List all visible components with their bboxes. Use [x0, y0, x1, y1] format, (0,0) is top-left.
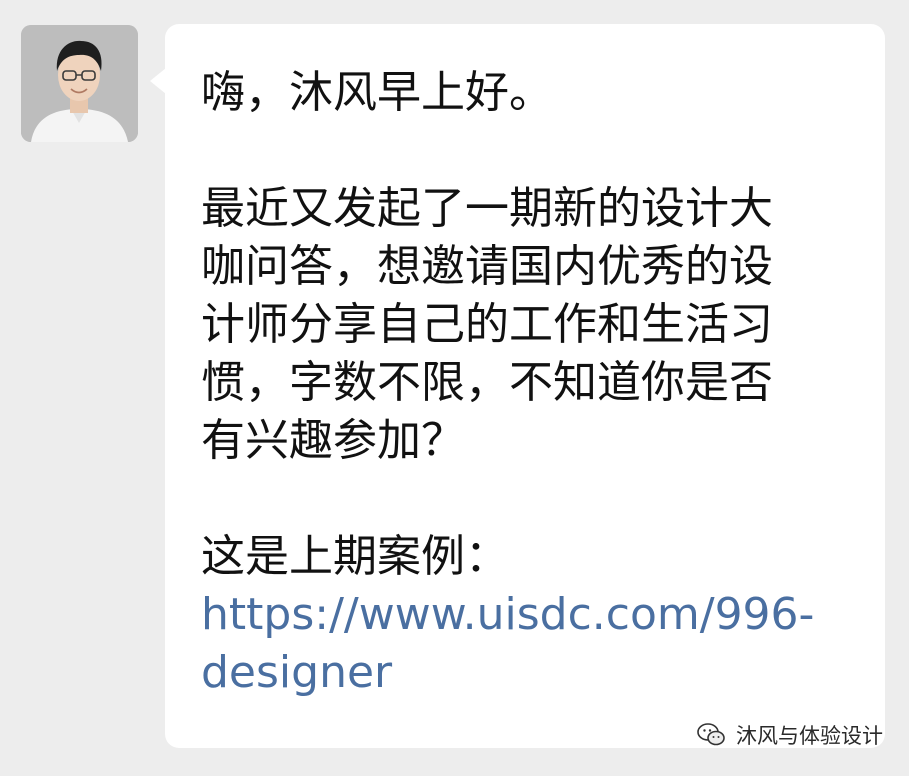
case-label: 这是上期案例： [201, 531, 509, 582]
message-body-line: 最近又发起了一期新的设计大 [201, 183, 773, 234]
greeting-line: 嗨，沐风早上好。 [201, 67, 553, 118]
person-avatar-icon [21, 25, 138, 142]
watermark-text: 沐风与体验设计 [736, 724, 883, 748]
message-body-line: 计师分享自己的工作和生活习 [201, 299, 773, 350]
case-link-line[interactable]: designer [201, 644, 855, 702]
watermark: 沐风与体验设计 [696, 720, 883, 750]
message-bubble[interactable]: 嗨，沐风早上好。 最近又发起了一期新的设计大 咖问答，想邀请国内优秀的设 计师分… [165, 24, 885, 748]
case-link-line[interactable]: https://www.uisdc.com/996- [201, 586, 855, 644]
message-body-line: 有兴趣参加？ [201, 415, 465, 466]
message-body-line: 咖问答，想邀请国内优秀的设 [201, 241, 773, 292]
bubble-tail [150, 68, 166, 94]
wechat-icon [696, 722, 726, 748]
case-link[interactable]: https://www.uisdc.com/996- designer [201, 586, 855, 702]
sender-avatar[interactable] [21, 25, 138, 142]
message-body-line: 惯，字数不限，不知道你是否 [201, 357, 773, 408]
